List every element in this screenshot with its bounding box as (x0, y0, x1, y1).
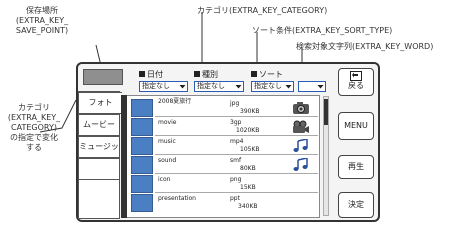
kind-filter-label: 種別 (194, 70, 218, 80)
play-label: 再生 (348, 162, 364, 171)
file-name: presentation (158, 195, 196, 202)
file-name: music (158, 138, 176, 145)
back-label: 戻る (348, 81, 364, 90)
camera-icon (293, 102, 309, 114)
callout-save-point: 保存場所 (EXTRA_KEY_ SAVE_POINT) (15, 6, 69, 35)
file-name: movie (158, 119, 177, 126)
save-point-indicator[interactable] (83, 69, 123, 85)
callout-search-word: 検索対象文字列(EXTRA_KEY_WORD) (296, 42, 434, 51)
thumbnail (131, 175, 153, 193)
file-type: mp4 (230, 138, 244, 145)
video-camera-icon (293, 120, 309, 133)
file-size: 105KB (240, 146, 260, 153)
music-note-icon (293, 139, 308, 152)
tab-photo[interactable]: フォト (78, 92, 122, 114)
file-name: 2008夏旅行 (158, 98, 192, 105)
tab-movie[interactable]: ムービー (78, 114, 120, 136)
list-edge-bar (121, 95, 127, 218)
back-arrow-icon (350, 71, 362, 81)
menu-label: MENU (344, 121, 368, 130)
file-name: icon (158, 176, 171, 183)
thumbnail (131, 99, 153, 117)
music-note-icon (293, 158, 308, 171)
confirm-label: 決定 (348, 200, 364, 209)
confirm-button[interactable]: 決定 (338, 192, 374, 218)
scrollbar-thumb[interactable] (324, 99, 328, 125)
file-size: 80KB (240, 165, 256, 172)
file-name: sound (158, 157, 177, 164)
file-size: 340KB (238, 203, 258, 210)
list-item[interactable]: icon png 15KB (128, 174, 318, 193)
list-item[interactable]: presentation ppt 340KB (128, 193, 318, 212)
kind-select[interactable]: 指定なし (194, 81, 244, 92)
callout-sort-type: ソート条件(EXTRA_KEY_SORT_TYPE) (252, 26, 393, 35)
chevron-down-icon (179, 85, 186, 89)
date-select[interactable]: 指定なし (139, 81, 188, 92)
back-button[interactable]: 戻る (338, 68, 374, 96)
thumbnail (131, 156, 153, 174)
date-filter-label: 日付 (139, 70, 163, 80)
file-type: ppt (230, 195, 240, 202)
file-type: smf (230, 157, 242, 164)
file-type: png (230, 176, 242, 183)
sort-filter-label: ソート (251, 70, 283, 80)
category-tabs: フォト ムービー ミュージック (78, 91, 122, 219)
play-button[interactable]: 再生 (338, 155, 374, 179)
chevron-down-icon (317, 85, 324, 89)
list-item[interactable]: sound smf 80KB (128, 155, 318, 174)
thumbnail (131, 137, 153, 155)
tab-empty (78, 180, 120, 219)
list-item[interactable]: movie 3gp 1020KB (128, 117, 318, 136)
tab-music[interactable]: ミュージック (78, 136, 120, 171)
search-word-field[interactable] (298, 81, 326, 92)
thumbnail (131, 118, 153, 136)
file-size: 15KB (240, 184, 256, 191)
file-size: 1020KB (236, 127, 260, 134)
callout-category-left: カテゴリ (EXTRA_KEY_ CATEGORY) の指定で変化 する (7, 103, 61, 152)
chevron-down-icon (235, 85, 242, 89)
menu-button[interactable]: MENU (338, 112, 374, 140)
thumbnail (131, 194, 153, 212)
list-item[interactable]: 2008夏旅行 jpg 390KB (128, 98, 318, 117)
chevron-down-icon (285, 85, 292, 89)
list-item[interactable]: music mp4 105KB (128, 136, 318, 155)
callout-category: カテゴリ(EXTRA_KEY_CATEGORY) (197, 6, 328, 15)
sort-select[interactable]: 指定なし (251, 81, 294, 92)
file-type: jpg (230, 100, 240, 107)
list-scrollbar[interactable] (323, 96, 329, 216)
tab-empty[interactable] (78, 158, 120, 180)
file-size: 390KB (240, 108, 260, 115)
file-type: 3gp (230, 119, 242, 126)
